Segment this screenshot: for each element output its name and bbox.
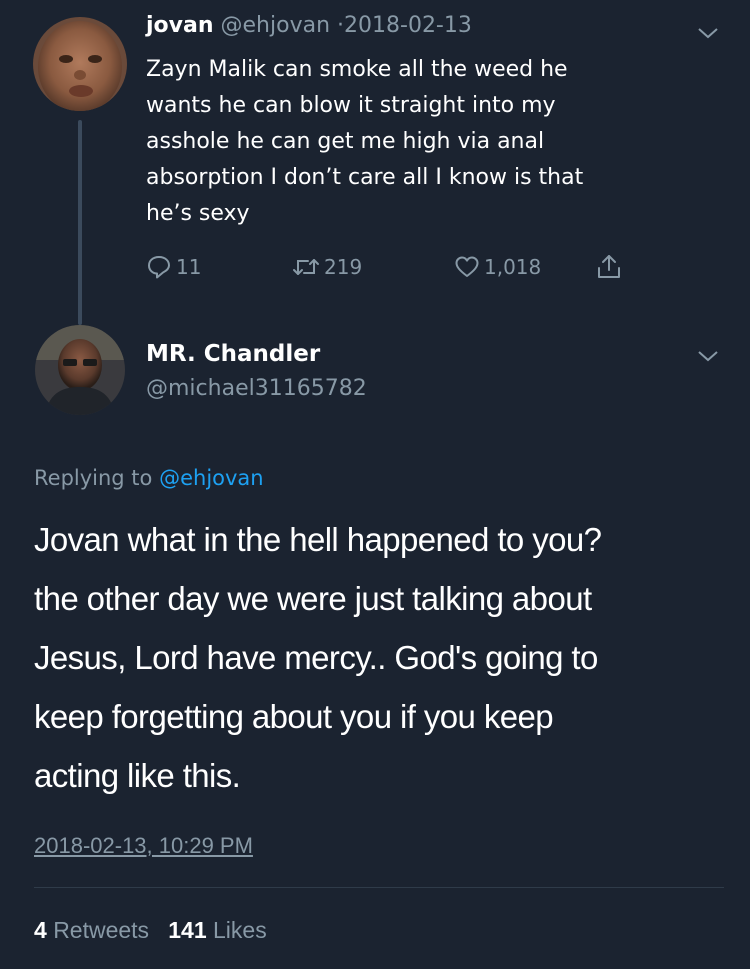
tweet2-text-line: keep forgetting about you if you keep bbox=[34, 698, 554, 735]
likes-count[interactable]: 141 bbox=[168, 917, 206, 943]
tweet2-text-line: Jovan what in the hell happened to you? bbox=[34, 521, 602, 558]
tweet1-text: Zayn Malik can smoke all the weed he wan… bbox=[146, 52, 686, 232]
retweets-label[interactable]: Retweets bbox=[53, 917, 149, 943]
tweet1-text-line: he’s sexy bbox=[146, 201, 250, 226]
tweet1-text-line: Zayn Malik can smoke all the weed he bbox=[146, 57, 568, 82]
tweet1-separator: · bbox=[337, 13, 345, 38]
tweet1-text-line: absorption I don’t care all I know is th… bbox=[146, 165, 584, 190]
tweet2-timestamp[interactable]: 2018-02-13, 10:29 PM bbox=[34, 830, 253, 862]
tweet2-text-line: Jesus, Lord have mercy.. God's going to bbox=[34, 639, 598, 676]
tweet2-author-handle[interactable]: @michael31165782 bbox=[146, 373, 367, 405]
replying-to-label: Replying to bbox=[34, 466, 153, 490]
retweets-count[interactable]: 4 bbox=[34, 917, 47, 943]
jovan-avatar[interactable] bbox=[33, 17, 127, 111]
tweet2-text-line: acting like this. bbox=[34, 757, 241, 794]
chevron-down-icon[interactable] bbox=[697, 349, 719, 363]
chevron-down-icon[interactable] bbox=[697, 26, 719, 40]
divider bbox=[34, 887, 724, 888]
retweet-button[interactable]: 219 bbox=[292, 249, 362, 285]
share-icon bbox=[598, 255, 620, 278]
tweet2-text: Jovan what in the hell happened to you? … bbox=[34, 510, 734, 805]
tweet1-date[interactable]: 2018-02-13 bbox=[344, 13, 472, 38]
like-icon bbox=[455, 256, 479, 277]
tweet1-author-name[interactable]: jovan bbox=[146, 13, 214, 38]
tweet2-author-name[interactable]: MR. Chandler bbox=[146, 338, 320, 370]
reply-count: 11 bbox=[176, 255, 202, 279]
like-count: 1,018 bbox=[484, 255, 542, 279]
tweet1-text-line: asshole he can get me high via anal bbox=[146, 129, 545, 154]
share-button[interactable] bbox=[596, 249, 626, 285]
thread-connector-line bbox=[78, 120, 82, 325]
retweet-icon bbox=[293, 259, 319, 275]
retweet-count: 219 bbox=[324, 255, 363, 279]
replying-to-mention[interactable]: @ehjovan bbox=[159, 466, 264, 490]
chandler-avatar[interactable] bbox=[35, 325, 125, 415]
tweet2-stats: 4 Retweets 141 Likes bbox=[34, 914, 267, 946]
reply-icon bbox=[148, 256, 170, 279]
like-button[interactable]: 1,018 bbox=[454, 249, 541, 285]
tweet2-text-line: the other day we were just talking about bbox=[34, 580, 592, 617]
tweet1-text-line: wants he can blow it straight into my bbox=[146, 93, 556, 118]
tweet1-author-handle[interactable]: @ehjovan bbox=[221, 13, 331, 38]
reply-button[interactable]: 11 bbox=[146, 249, 201, 285]
tweet1-header: jovan @ehjovan ·2018-02-13 bbox=[146, 10, 472, 42]
replying-to-line: Replying to @ehjovan bbox=[34, 462, 264, 494]
tweet1-action-bar: 11 219 1,018 bbox=[146, 249, 666, 285]
likes-label[interactable]: Likes bbox=[213, 917, 267, 943]
